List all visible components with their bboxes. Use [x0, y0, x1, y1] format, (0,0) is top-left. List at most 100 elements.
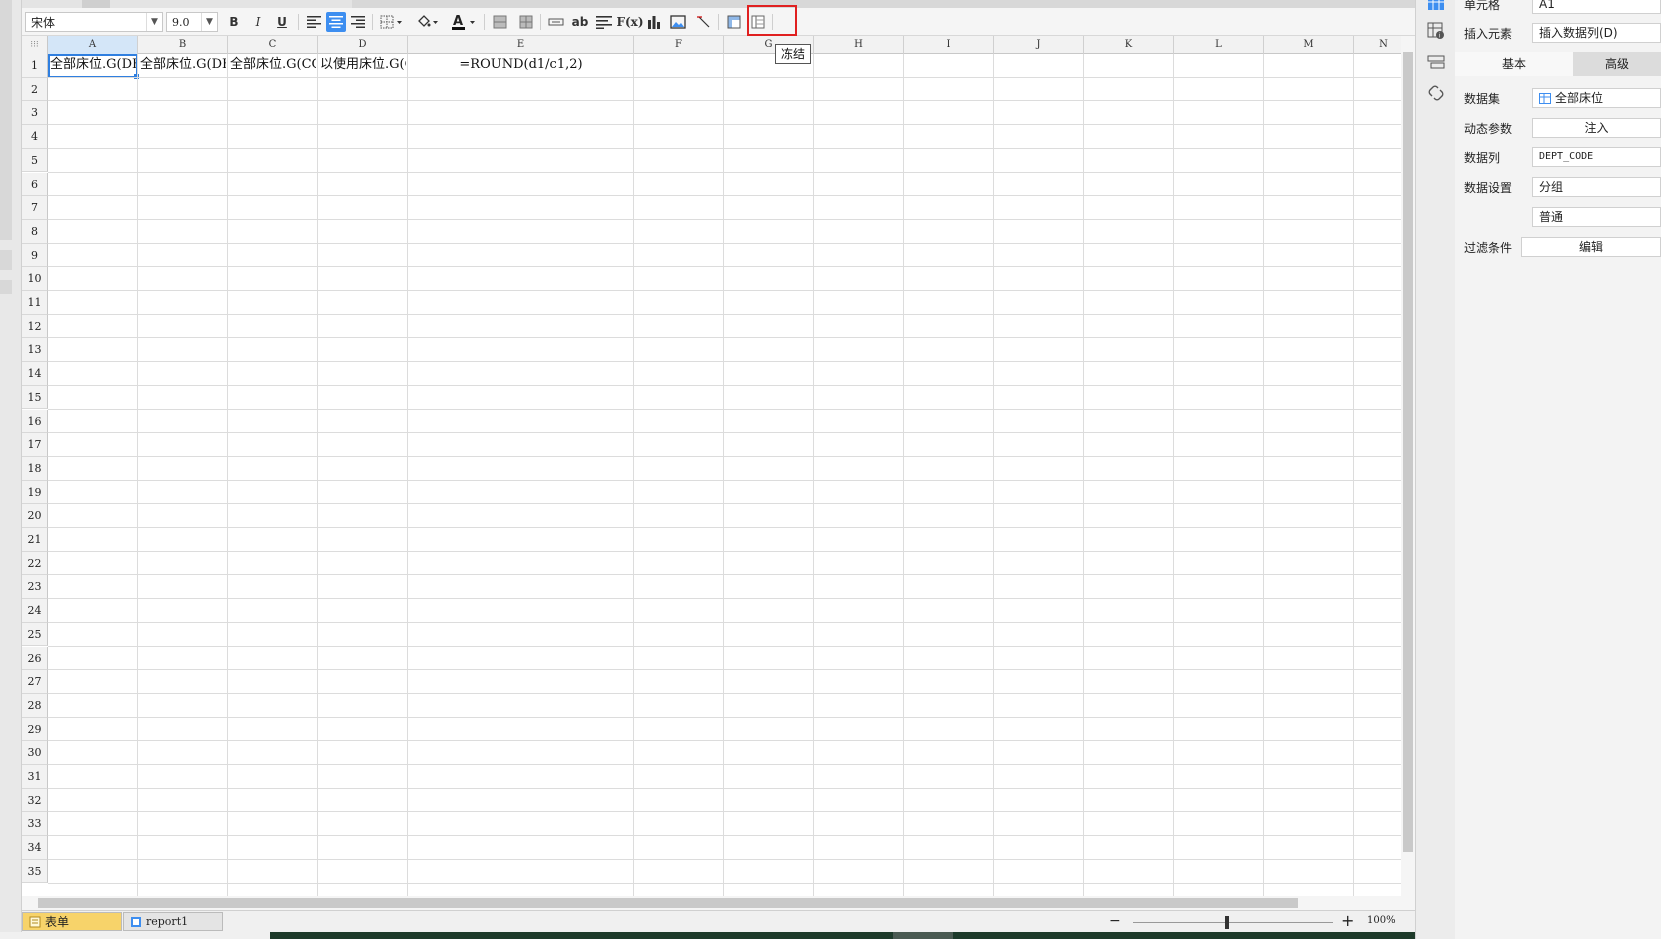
bold-button[interactable]: B [224, 12, 244, 32]
row-header[interactable]: 26 [22, 646, 48, 671]
cell-d1[interactable]: 以使用床位.G(COUNT(*)) [320, 54, 406, 77]
row-header[interactable]: 1 [22, 54, 48, 78]
row-header[interactable]: 6 [22, 172, 48, 197]
horizontal-scroll-thumb[interactable] [38, 898, 1298, 908]
row-header[interactable]: 25 [22, 622, 48, 647]
data-setting-mode-select[interactable]: 普通 [1532, 207, 1661, 227]
column-header[interactable]: L [1174, 36, 1264, 54]
merge-cells-button[interactable] [490, 12, 510, 32]
insert-element-field[interactable]: 插入数据列(D) [1532, 23, 1661, 43]
row-header[interactable]: 10 [22, 267, 48, 291]
horizontal-scrollbar[interactable] [22, 896, 1415, 910]
cell-c1[interactable]: 全部床位.G(COUNT(*)) [230, 54, 316, 77]
row-header[interactable]: 22 [22, 551, 48, 576]
row-header[interactable]: 16 [22, 409, 48, 434]
select-all-corner[interactable]: ⁝⁝⁝ [22, 36, 48, 54]
vertical-scroll-thumb[interactable] [1403, 52, 1413, 852]
align-right-button[interactable] [348, 12, 368, 32]
row-header[interactable]: 5 [22, 148, 48, 173]
row-header[interactable]: 27 [22, 670, 48, 694]
column-header[interactable]: D [318, 36, 408, 54]
vertical-scrollbar[interactable] [1401, 36, 1415, 896]
row-header[interactable]: 7 [22, 196, 48, 220]
cell-field[interactable]: A1 [1532, 0, 1661, 14]
row-header[interactable]: 33 [22, 812, 48, 837]
row-header[interactable]: 32 [22, 788, 48, 813]
row-header[interactable]: 14 [22, 362, 48, 386]
column-header[interactable]: M [1264, 36, 1354, 54]
tab-basic[interactable]: 基本 [1455, 52, 1573, 76]
border-button[interactable] [378, 12, 406, 32]
column-header[interactable]: J [994, 36, 1084, 54]
row-header[interactable]: 3 [22, 101, 48, 126]
column-header[interactable]: B [138, 36, 228, 54]
font-size-select[interactable]: 9.0 ▼ [166, 12, 218, 32]
row-header[interactable]: 13 [22, 338, 48, 363]
row-header[interactable]: 21 [22, 528, 48, 552]
slash-button[interactable] [694, 12, 714, 32]
row-header[interactable]: 30 [22, 741, 48, 765]
cell-b1[interactable]: 全部床位.G(DEPT_NAME) [140, 54, 226, 77]
row-header[interactable]: 9 [22, 243, 48, 268]
chevron-down-icon[interactable]: ▼ [201, 13, 217, 31]
column-header[interactable]: C [228, 36, 318, 54]
formula-button[interactable]: F(x) [616, 12, 643, 32]
spreadsheet-grid[interactable]: ABCDEFGHIJKLMN ⁝⁝⁝ 1 2 3 4 5 6 7 8 9 10 11 12 13 14 15… [22, 36, 1401, 896]
row-header[interactable]: 31 [22, 765, 48, 789]
data-setting-select[interactable]: 分组 [1532, 177, 1661, 197]
image-button[interactable] [668, 12, 688, 32]
text-field-button[interactable] [546, 12, 566, 32]
text-button[interactable]: ab [570, 12, 590, 32]
row-header[interactable]: 20 [22, 504, 48, 528]
zoom-slider-knob[interactable] [1225, 916, 1229, 929]
row-header[interactable]: 11 [22, 291, 48, 315]
hyperlink-icon[interactable] [1426, 83, 1446, 103]
column-header[interactable]: A [48, 36, 138, 54]
zoom-in-button[interactable]: + [1341, 911, 1354, 930]
row-header[interactable]: 18 [22, 456, 48, 481]
cell-properties-icon[interactable] [1426, 0, 1446, 14]
column-header[interactable]: K [1084, 36, 1174, 54]
row-header[interactable]: 12 [22, 314, 48, 339]
align-center-button[interactable] [326, 12, 346, 32]
wrap-text-button[interactable] [594, 12, 614, 32]
row-header[interactable]: 8 [22, 219, 48, 244]
left-collapsed-panel[interactable] [0, 0, 22, 939]
dynamic-params-button[interactable]: 注入 [1532, 118, 1661, 138]
filter-edit-button[interactable]: 编辑 [1521, 237, 1661, 257]
row-header[interactable]: 24 [22, 599, 48, 623]
row-header[interactable]: 28 [22, 693, 48, 718]
column-header[interactable]: N [1354, 36, 1401, 54]
underline-button[interactable]: U [272, 12, 292, 32]
tab-advanced[interactable]: 高级 [1573, 52, 1661, 76]
zoom-out-button[interactable]: − [1109, 913, 1121, 929]
font-color-button[interactable]: A [450, 12, 478, 32]
row-header[interactable]: 2 [22, 77, 48, 102]
column-header[interactable]: E [408, 36, 634, 54]
row-header[interactable]: 35 [22, 859, 48, 884]
font-family-select[interactable]: 宋体 ▼ [25, 12, 163, 32]
dataset-field[interactable]: 全部床位 [1532, 88, 1661, 108]
chevron-down-icon[interactable]: ▼ [146, 13, 162, 31]
italic-button[interactable]: I [248, 12, 268, 32]
row-header[interactable]: 23 [22, 575, 48, 600]
cell-element-icon[interactable]: i [1426, 21, 1446, 41]
align-left-button[interactable] [304, 12, 324, 32]
row-header[interactable]: 15 [22, 385, 48, 410]
row-header[interactable]: 4 [22, 125, 48, 149]
row-header[interactable]: 17 [22, 433, 48, 457]
cell-area[interactable]: 全部床位.G(DEPT_CODE) 全部床位.G(DEPT_NAME) 全部床位… [48, 54, 1401, 896]
data-column-field[interactable]: DEPT_CODE [1532, 147, 1661, 167]
zoom-slider-track[interactable] [1133, 922, 1333, 923]
tab-report1[interactable]: report1 [123, 912, 223, 931]
column-header[interactable]: F [634, 36, 724, 54]
split-cells-button[interactable] [516, 12, 536, 32]
row-header[interactable]: 19 [22, 480, 48, 505]
column-header[interactable]: I [904, 36, 994, 54]
cell-e1[interactable]: =ROUND(d1/c1,2) [408, 54, 634, 77]
chart-button[interactable] [644, 12, 664, 32]
column-header[interactable]: H [814, 36, 904, 54]
row-header[interactable]: 34 [22, 836, 48, 860]
condition-attributes-icon[interactable] [1426, 52, 1446, 72]
freeze-button[interactable] [724, 12, 744, 32]
